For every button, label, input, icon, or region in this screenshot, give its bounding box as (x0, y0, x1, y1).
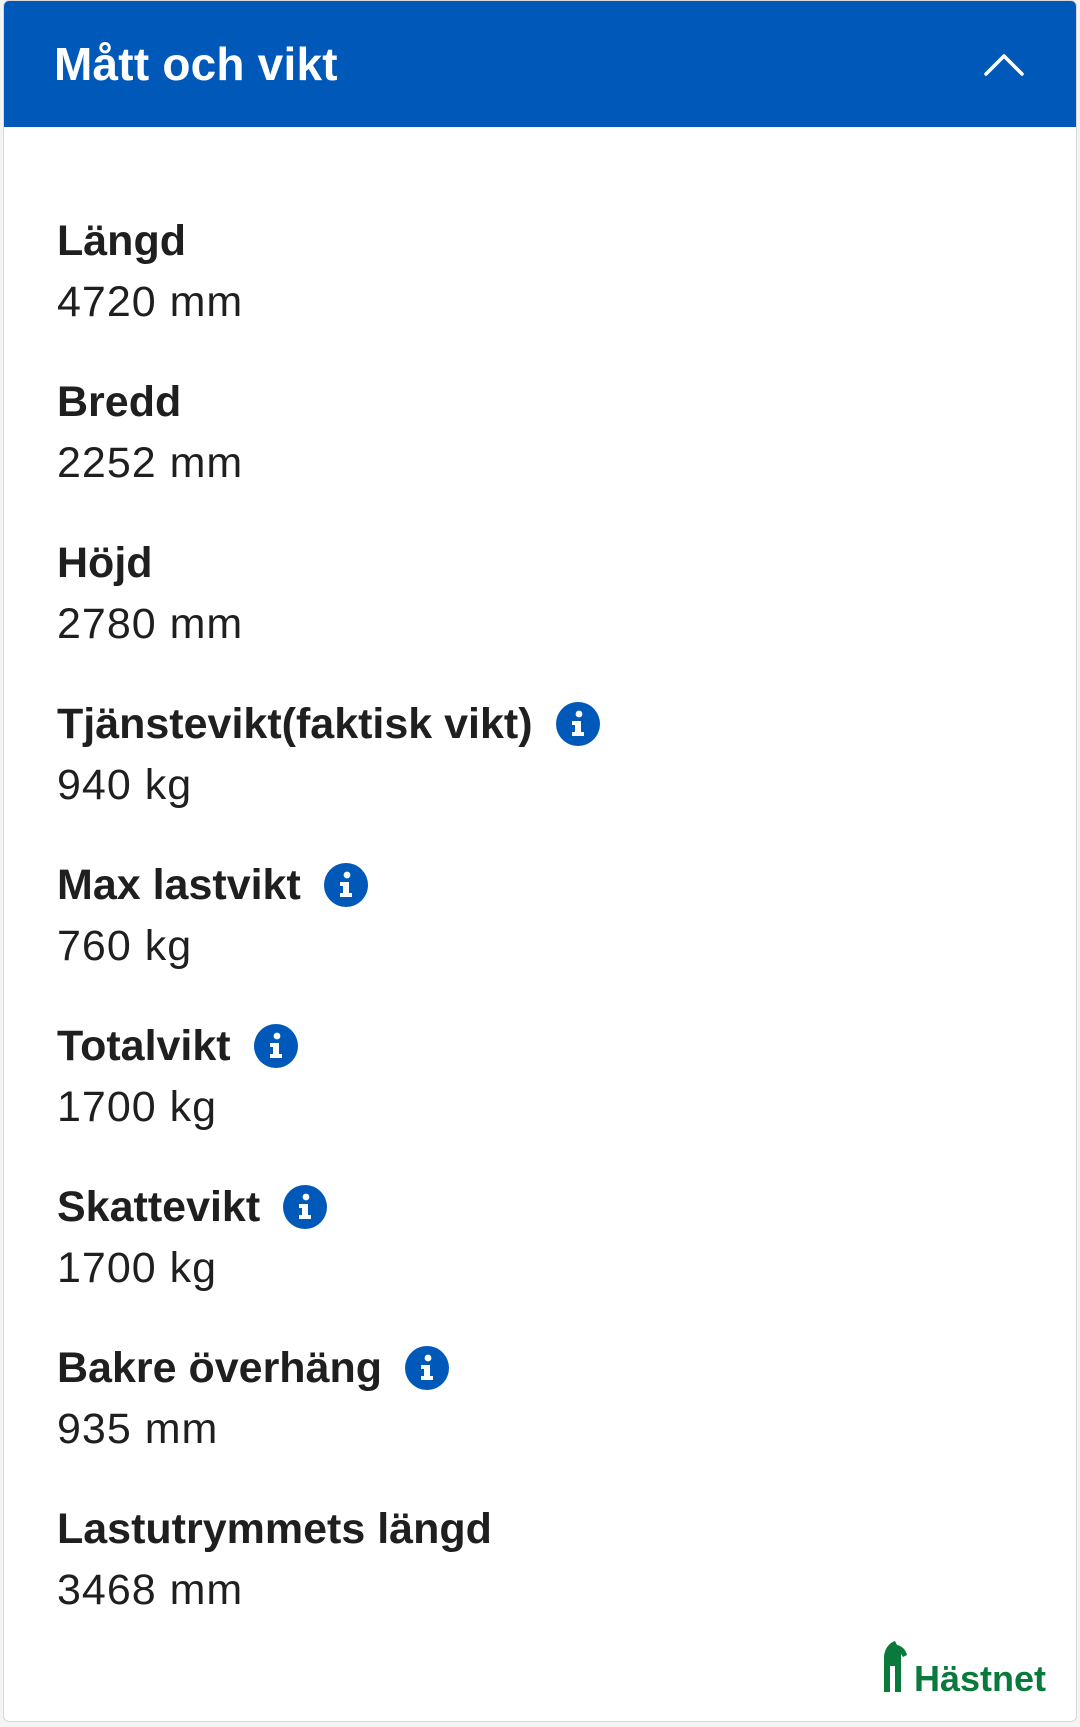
spec-value: 2780 mm (57, 600, 244, 648)
spec-label: Bakre överhäng (57, 1343, 383, 1392)
spec-label: Lastutrymmets längd (57, 1504, 492, 1553)
spec-list: Längd 4720 mm Bredd 2252 mm Höjd 2780 mm… (4, 127, 1076, 1660)
spec-row-max-load: Max lastvikt 760 kg (57, 855, 1076, 1016)
spec-row-curb-weight: Tjänstevikt(faktisk vikt) 940 kg (57, 694, 1076, 855)
spec-value: 1700 kg (57, 1083, 218, 1131)
spec-label: Skattevikt (57, 1182, 261, 1231)
spec-row-rear-overhang: Bakre överhäng 935 mm (57, 1338, 1076, 1499)
info-icon[interactable] (253, 1023, 299, 1069)
spec-value: 935 mm (57, 1405, 219, 1453)
spec-value: 2252 mm (57, 439, 244, 487)
horse-icon (880, 1640, 910, 1697)
logo-text: Hästnet (913, 1658, 1046, 1699)
spec-row-height: Höjd 2780 mm (57, 533, 1076, 694)
dimensions-weight-panel: Mått och vikt Längd 4720 mm Bredd 2252 m… (3, 0, 1077, 1722)
section-title: Mått och vikt (54, 38, 338, 90)
info-icon[interactable] (323, 862, 369, 908)
spec-label: Max lastvikt (57, 860, 301, 909)
hastnet-logo: Hästnet (880, 1640, 1046, 1697)
info-icon[interactable] (404, 1345, 450, 1391)
spec-row-tax-weight: Skattevikt 1700 kg (57, 1177, 1076, 1338)
spec-label: Tjänstevikt(faktisk vikt) (57, 699, 533, 748)
spec-row-length: Längd 4720 mm (57, 211, 1076, 372)
spec-label: Höjd (57, 538, 153, 587)
spec-value: 940 kg (57, 761, 193, 809)
spec-label: Längd (57, 216, 186, 265)
info-icon[interactable] (282, 1184, 328, 1230)
spec-value: 1700 kg (57, 1244, 218, 1292)
spec-label: Totalvikt (57, 1021, 231, 1070)
spec-value: 3468 mm (57, 1566, 244, 1614)
accordion-header[interactable]: Mått och vikt (4, 1, 1076, 127)
info-icon[interactable] (555, 701, 601, 747)
spec-row-width: Bredd 2252 mm (57, 372, 1076, 533)
spec-value: 760 kg (57, 922, 193, 970)
chevron-up-icon[interactable] (984, 44, 1024, 84)
spec-row-total-weight: Totalvikt 1700 kg (57, 1016, 1076, 1177)
spec-row-cargo-length: Lastutrymmets längd 3468 mm (57, 1499, 1076, 1660)
spec-label: Bredd (57, 377, 182, 426)
spec-value: 4720 mm (57, 278, 244, 326)
